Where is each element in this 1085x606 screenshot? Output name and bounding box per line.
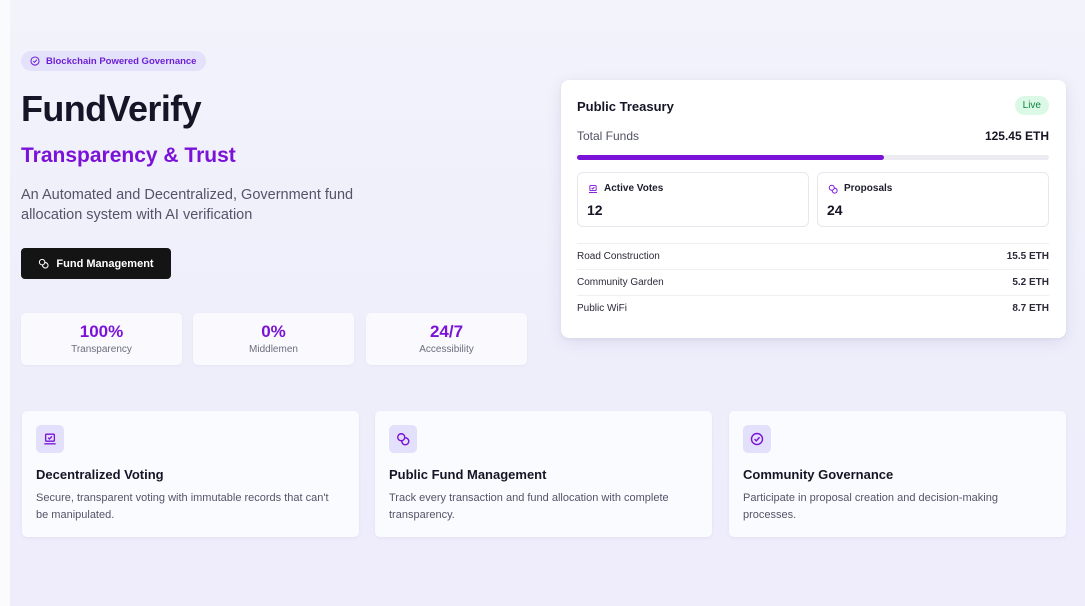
coins-icon xyxy=(828,184,838,194)
stat-value: 24/7 xyxy=(429,322,464,341)
badge-label: Blockchain Powered Governance xyxy=(46,55,197,67)
check-circle-icon xyxy=(750,432,764,446)
stat-accessibility: 24/7 Accessibility xyxy=(366,313,527,365)
funds-progress-fill xyxy=(577,155,884,160)
proposals-header: Proposals xyxy=(828,183,892,194)
list-item: Road Construction 15.5 ETH xyxy=(577,243,1049,269)
stat-middlemen: 0% Middlemen xyxy=(193,313,354,365)
project-amount: 8.7 ETH xyxy=(1012,303,1049,314)
feature-description: Track every transaction and fund allocat… xyxy=(389,492,669,521)
funds-progress-bar xyxy=(577,155,1049,160)
governance-badge: Blockchain Powered Governance xyxy=(21,51,207,71)
feature-card-voting: Decentralized Voting Secure, transparent… xyxy=(22,411,359,537)
hero-description: An Automated and Decentralized, Governme… xyxy=(21,187,354,223)
proposals-label: Proposals xyxy=(844,183,893,194)
fund-management-button[interactable]: Fund Management xyxy=(21,248,171,279)
coins-icon xyxy=(397,433,410,446)
page-title: FundVerify xyxy=(21,88,202,129)
total-funds-label: Total Funds xyxy=(577,129,640,143)
stat-label: Accessibility xyxy=(419,344,474,355)
treasury-title: Public Treasury xyxy=(577,99,674,114)
live-status-badge: Live xyxy=(1014,96,1049,115)
project-amount: 15.5 ETH xyxy=(1006,251,1049,262)
feature-title: Decentralized Voting xyxy=(36,467,164,482)
page-edge xyxy=(0,0,10,606)
feature-icon-box xyxy=(743,425,771,453)
active-votes-header: Active Votes xyxy=(588,183,663,194)
coins-icon xyxy=(39,258,49,269)
project-name: Road Construction xyxy=(577,251,660,262)
active-votes-label: Active Votes xyxy=(604,183,664,194)
active-votes-value: 12 xyxy=(587,202,603,218)
fund-management-label: Fund Management xyxy=(56,257,154,270)
list-item: Community Garden 5.2 ETH xyxy=(577,269,1049,295)
proposals-value: 24 xyxy=(827,202,843,218)
project-amount: 5.2 ETH xyxy=(1012,277,1049,288)
feature-card-fund-management: Public Fund Management Track every trans… xyxy=(375,411,712,537)
active-votes-card: Active Votes 12 xyxy=(577,172,809,227)
feature-icon-box xyxy=(389,425,417,453)
stat-label: Middlemen xyxy=(249,344,298,355)
feature-description: Participate in proposal creation and dec… xyxy=(743,492,998,521)
vote-box-icon xyxy=(44,433,56,445)
stat-value: 0% xyxy=(261,322,286,341)
stat-transparency: 100% Transparency xyxy=(21,313,182,365)
check-circle-icon xyxy=(30,56,40,66)
feature-description: Secure, transparent voting with immutabl… xyxy=(36,492,329,521)
total-funds-value: 125.45 ETH xyxy=(984,129,1049,143)
stat-label: Transparency xyxy=(71,344,132,355)
page-subtitle: Transparency & Trust xyxy=(21,144,236,167)
stat-value: 100% xyxy=(79,322,124,341)
feature-icon-box xyxy=(36,425,64,453)
project-name: Community Garden xyxy=(577,277,664,288)
feature-title: Public Fund Management xyxy=(389,467,547,482)
feature-card-governance: Community Governance Participate in prop… xyxy=(729,411,1066,537)
list-item: Public WiFi 8.7 ETH xyxy=(577,295,1049,321)
project-name: Public WiFi xyxy=(577,303,628,314)
vote-box-icon xyxy=(588,184,598,193)
public-treasury-card: Public Treasury Live Total Funds 125.45 … xyxy=(561,80,1066,338)
feature-title: Community Governance xyxy=(743,467,894,482)
proposals-card: Proposals 24 xyxy=(817,172,1049,227)
